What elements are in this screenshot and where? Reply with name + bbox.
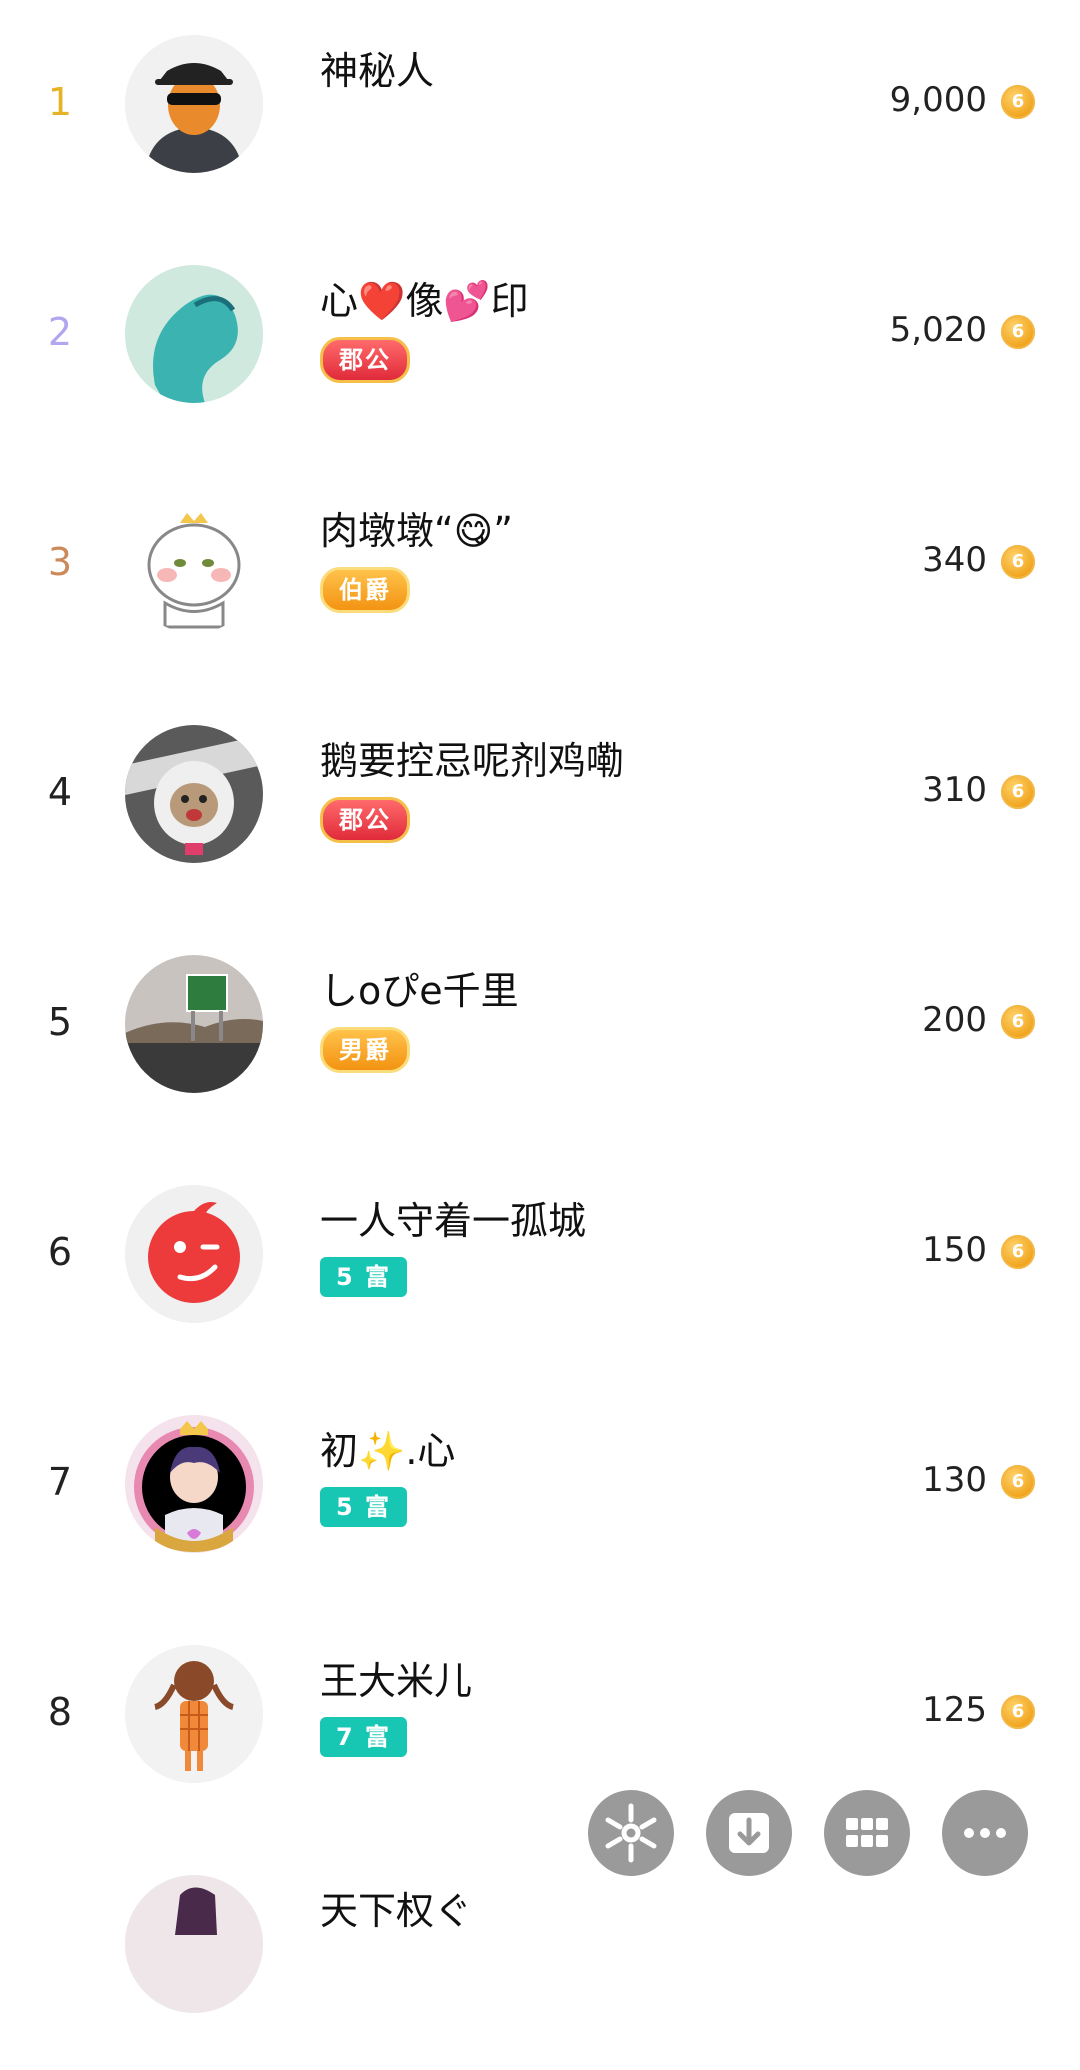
rank-title-badge: 郡公 (320, 797, 410, 843)
user-name: 心❤️像💕印 (320, 279, 529, 323)
avatar[interactable] (125, 1875, 263, 2013)
wealth-level-badge: 5 富 (320, 1487, 408, 1527)
more-button[interactable] (942, 1790, 1028, 1876)
rank-title-badge: 男爵 (320, 1027, 410, 1073)
score-value: 130 (922, 1460, 987, 1500)
user-name: 神秘人 (320, 49, 435, 93)
rank-title-badge: 伯爵 (320, 567, 410, 613)
wealth-level-badge: 5 富 (320, 1257, 408, 1297)
avatar[interactable] (125, 35, 263, 173)
avatar[interactable] (125, 725, 263, 863)
score-value: 150 (922, 1230, 987, 1270)
score-value: 200 (922, 1000, 987, 1040)
rank-number: 8 (47, 1690, 73, 1734)
wealth-level-badge: 7 富 (320, 1717, 408, 1757)
user-name: 鹅要控忌呢剂鸡嘞 (320, 739, 625, 783)
coin-icon: 6 (1001, 1005, 1035, 1039)
apps-button[interactable] (824, 1790, 910, 1876)
floating-action-bar (0, 1790, 1080, 1880)
rank-number: 3 (47, 540, 73, 584)
avatar[interactable] (125, 265, 263, 403)
more-icon (964, 1828, 1006, 1838)
rank-number: 4 (47, 770, 73, 814)
download-button[interactable] (706, 1790, 792, 1876)
list-item[interactable]: 1 神秘人 9,000 6 (0, 0, 1080, 230)
coin-icon: 6 (1001, 545, 1035, 579)
list-item[interactable]: 7 初✨.心 5 富 130 6 (0, 1380, 1080, 1610)
avatar[interactable] (125, 1185, 263, 1323)
avatar[interactable] (125, 955, 263, 1093)
list-item[interactable]: 3 肉墩墩“😋” 伯爵 340 6 (0, 460, 1080, 690)
user-name: 初✨.心 (320, 1429, 456, 1473)
rank-number: 2 (47, 310, 73, 354)
avatar[interactable] (125, 1645, 263, 1783)
list-item[interactable]: 4 鹅要控忌呢剂鸡嘞 郡公 310 6 (0, 690, 1080, 920)
rank-number: 7 (47, 1460, 73, 1504)
coin-icon: 6 (1001, 85, 1035, 119)
user-name: 王大米儿 (320, 1659, 473, 1703)
rank-title-badge: 郡公 (320, 337, 410, 383)
grid-icon (846, 1818, 888, 1847)
user-name: しoぴe千里 (320, 969, 519, 1013)
coin-icon: 6 (1001, 1465, 1035, 1499)
download-icon (729, 1813, 769, 1853)
coin-icon: 6 (1001, 1235, 1035, 1269)
list-item[interactable]: 2 心❤️像💕印 郡公 5,020 6 (0, 230, 1080, 460)
score-value: 310 (922, 770, 987, 810)
score-value: 9,000 (889, 80, 987, 120)
coin-icon: 6 (1001, 1695, 1035, 1729)
user-name: 肉墩墩“😋” (320, 509, 513, 553)
score-value: 340 (922, 540, 987, 580)
score-value: 5,020 (889, 310, 987, 350)
share-button[interactable] (588, 1790, 674, 1876)
rank-number: 6 (47, 1230, 73, 1274)
avatar[interactable] (125, 1415, 263, 1553)
coin-icon: 6 (1001, 775, 1035, 809)
share-icon (605, 1803, 657, 1863)
coin-icon: 6 (1001, 315, 1035, 349)
avatar[interactable] (125, 495, 263, 633)
list-item[interactable]: 5 しoぴe千里 男爵 200 6 (0, 920, 1080, 1150)
user-name: 天下权ぐ (320, 1889, 473, 1933)
rank-number: 1 (47, 80, 73, 124)
user-name: 一人守着一孤城 (320, 1199, 587, 1243)
rank-number: 5 (47, 1000, 73, 1044)
score-value: 125 (922, 1690, 987, 1730)
list-item[interactable]: 6 一人守着一孤城 5 富 150 6 (0, 1150, 1080, 1380)
